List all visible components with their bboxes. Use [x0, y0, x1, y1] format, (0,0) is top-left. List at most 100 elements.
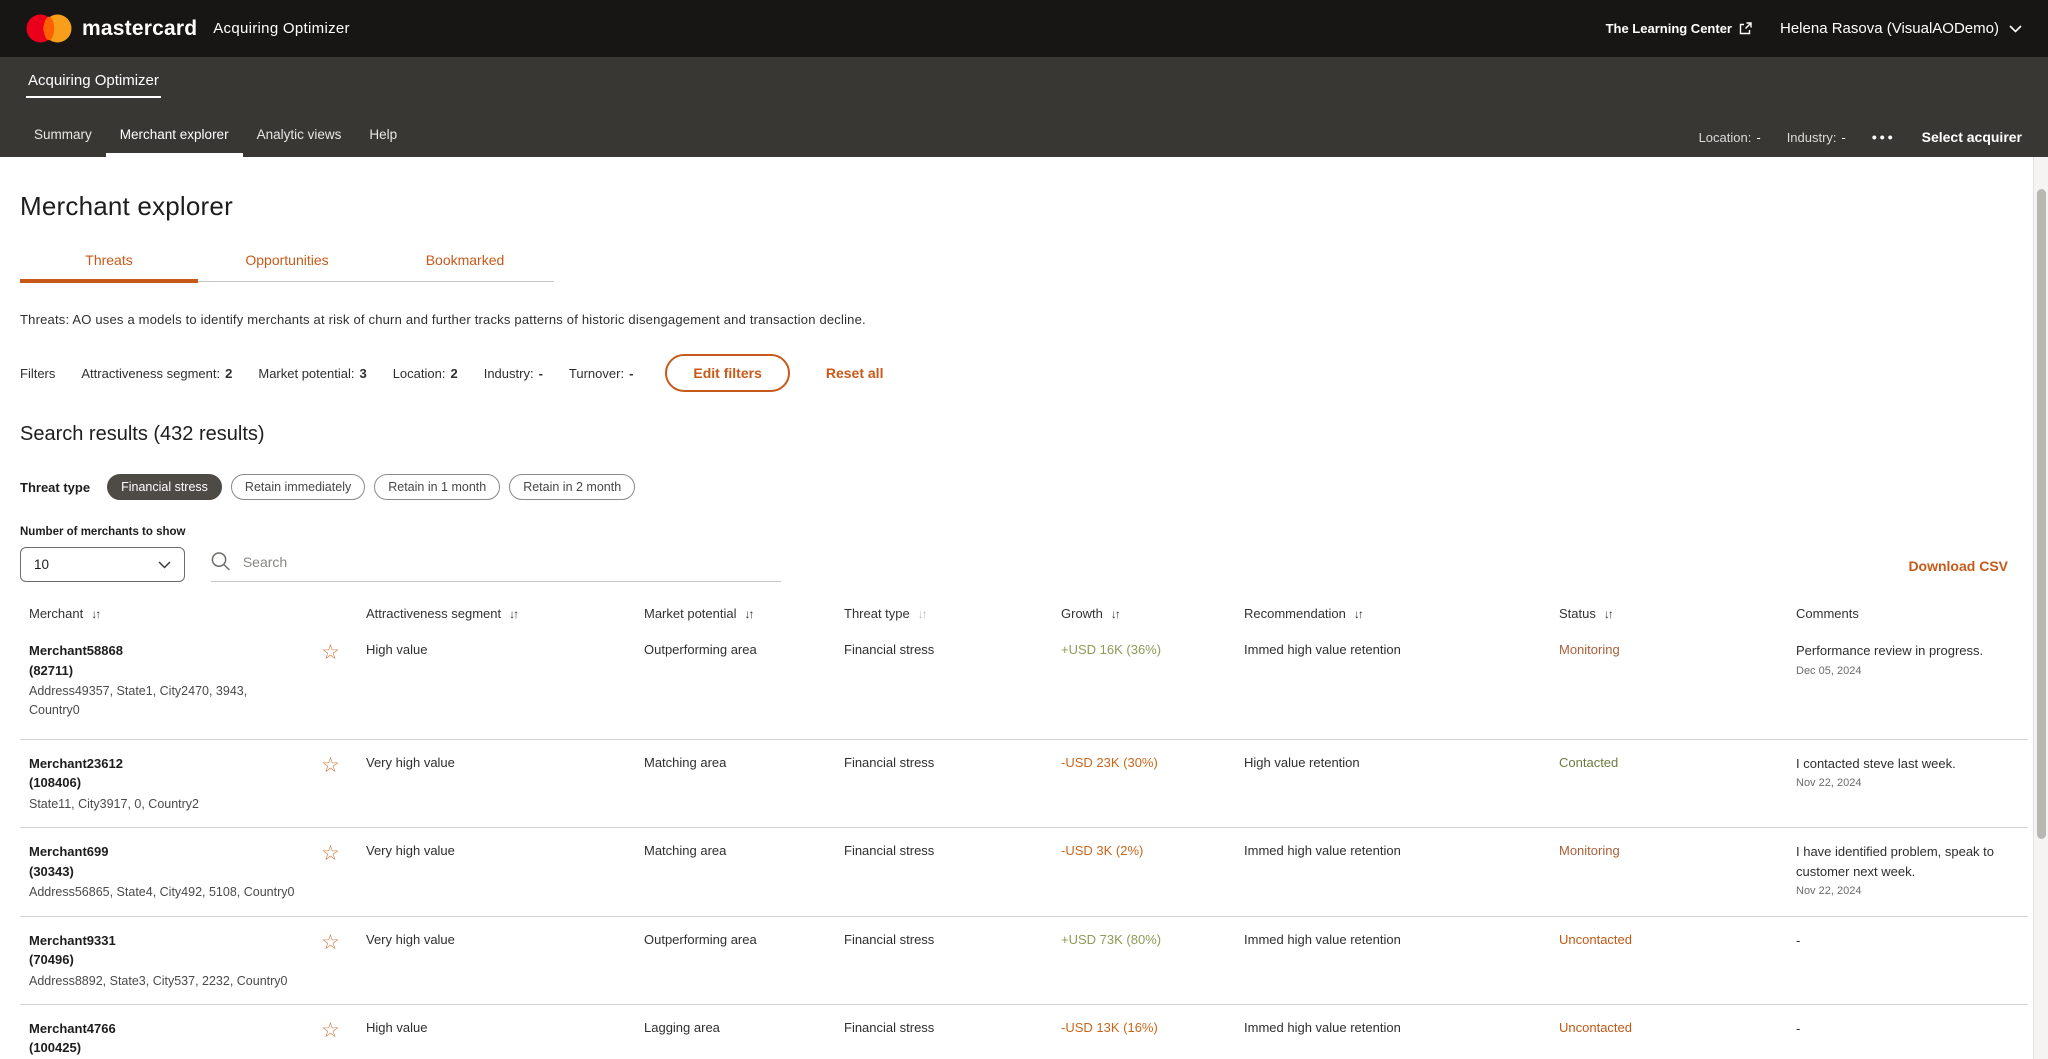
table-row[interactable]: Merchant23612 (108406) State11, City3917… [20, 739, 2028, 827]
user-menu[interactable]: Helena Rasova (VisualAODemo) [1780, 20, 2022, 37]
column-header-status[interactable]: Status ↓↑ [1559, 606, 1796, 621]
bookmark-star-icon[interactable]: ☆ [321, 842, 340, 865]
growth-cell: +USD 73K (80%) [1061, 931, 1244, 991]
status-cell: Uncontacted [1559, 931, 1796, 991]
reset-all-button[interactable]: Reset all [826, 365, 884, 381]
filter-attractiveness: Attractiveness segment:2 [81, 366, 232, 381]
threat-type-cell: Financial stress [844, 931, 1061, 991]
mastercard-logo-icon [26, 14, 72, 43]
threat-type-label: Threat type [20, 480, 90, 495]
chevron-down-icon [158, 561, 171, 569]
table-row[interactable]: Merchant699 (30343) Address56865, State4… [20, 827, 2028, 915]
column-header-comments: Comments [1796, 606, 2028, 621]
download-csv-link[interactable]: Download CSV [1908, 558, 2008, 574]
threat-type-cell: Financial stress [844, 641, 1061, 721]
learning-center-label: The Learning Center [1606, 21, 1732, 36]
chip-retain-1-month[interactable]: Retain in 1 month [374, 474, 500, 500]
threat-type-cell: Financial stress [844, 1019, 1061, 1059]
recommendation-cell: Immed high value retention [1244, 842, 1559, 902]
merchant-cell: Merchant9331 (70496) Address8892, State3… [29, 931, 321, 991]
merchant-cell: Merchant58868 (82711) Address49357, Stat… [29, 641, 321, 721]
merchants-count-value: 10 [34, 557, 49, 572]
comments-cell: I contacted steve last week. Nov 22, 202… [1796, 754, 2028, 814]
sort-icon[interactable]: ↓↑ [745, 607, 753, 621]
tab-threats[interactable]: Threats [20, 252, 198, 281]
scrollbar-thumb[interactable] [2037, 189, 2046, 839]
attractiveness-cell: Very high value [366, 931, 644, 991]
sort-icon[interactable]: ↓↑ [1111, 607, 1119, 621]
chip-financial-stress[interactable]: Financial stress [107, 474, 222, 500]
page-title: Merchant explorer [20, 191, 2028, 222]
top-bar: mastercard Acquiring Optimizer The Learn… [0, 0, 2048, 57]
column-header-recommendation[interactable]: Recommendation ↓↑ [1244, 606, 1559, 621]
threats-description: Threats: AO uses a models to identify me… [20, 312, 2028, 327]
learning-center-link[interactable]: The Learning Center [1606, 21, 1752, 36]
filters-label: Filters [20, 366, 55, 381]
merchants-count-label: Number of merchants to show [20, 526, 2028, 538]
nav-item-summary[interactable]: Summary [20, 127, 106, 157]
status-cell: Monitoring [1559, 641, 1796, 721]
nav-items: Summary Merchant explorer Analytic views… [20, 127, 411, 157]
more-options-icon[interactable]: ••• [1872, 129, 1896, 145]
attractiveness-cell: High value [366, 641, 644, 721]
recommendation-cell: High value retention [1244, 754, 1559, 814]
sort-icon[interactable]: ↓↑ [1604, 607, 1612, 621]
vertical-scrollbar[interactable] [2033, 157, 2048, 1059]
search-icon [211, 551, 231, 572]
bookmark-star-icon[interactable]: ☆ [321, 1019, 340, 1042]
merchant-cell: Merchant699 (30343) Address56865, State4… [29, 842, 321, 902]
nav-item-analytic-views[interactable]: Analytic views [243, 127, 356, 157]
market-potential-cell: Outperforming area [644, 641, 844, 721]
table-row[interactable]: Merchant9331 (70496) Address8892, State3… [20, 916, 2028, 1004]
chip-retain-immediately[interactable]: Retain immediately [231, 474, 365, 500]
column-header-growth[interactable]: Growth ↓↑ [1061, 606, 1244, 621]
tab-opportunities[interactable]: Opportunities [198, 252, 376, 281]
app-title: Acquiring Optimizer [213, 20, 350, 37]
table-row[interactable]: Merchant4766 (100425) Address4646, State… [20, 1004, 2028, 1059]
brand-wordmark: mastercard [82, 17, 197, 41]
comments-cell: Performance review in progress. Dec 05, … [1796, 641, 2028, 721]
filter-market-potential: Market potential:3 [258, 366, 366, 381]
filter-industry: Industry:- [484, 366, 543, 381]
column-header-threat-type[interactable]: Threat type ↓↑ [844, 606, 1061, 621]
mastercard-logo: mastercard [26, 14, 197, 43]
growth-cell: -USD 13K (16%) [1061, 1019, 1244, 1059]
nav-item-help[interactable]: Help [355, 127, 411, 157]
attractiveness-cell: High value [366, 1019, 644, 1059]
product-name[interactable]: Acquiring Optimizer [26, 57, 161, 98]
growth-cell: -USD 3K (2%) [1061, 842, 1244, 902]
sort-icon[interactable]: ↓↑ [509, 607, 517, 621]
growth-cell: +USD 16K (36%) [1061, 641, 1244, 721]
search-input[interactable] [243, 554, 781, 570]
sort-icon[interactable]: ↓↑ [1354, 607, 1362, 621]
sort-icon[interactable]: ↓↑ [91, 607, 99, 621]
sort-icon[interactable]: ↓↑ [918, 607, 926, 621]
bookmark-star-icon[interactable]: ☆ [321, 641, 340, 664]
industry-context: Industry:- [1787, 130, 1846, 145]
tab-bookmarked[interactable]: Bookmarked [376, 252, 554, 281]
table-header: Merchant ↓↑ Attractiveness segment ↓↑ Ma… [20, 606, 2028, 621]
chevron-down-icon [2009, 25, 2022, 33]
nav-item-merchant-explorer[interactable]: Merchant explorer [106, 127, 243, 157]
column-header-market-potential[interactable]: Market potential ↓↑ [644, 606, 844, 621]
edit-filters-button[interactable]: Edit filters [665, 354, 789, 392]
attractiveness-cell: Very high value [366, 842, 644, 902]
merchants-count-select[interactable]: 10 [20, 547, 185, 582]
column-header-attractiveness[interactable]: Attractiveness segment ↓↑ [366, 606, 644, 621]
chip-retain-2-month[interactable]: Retain in 2 month [509, 474, 635, 500]
page-tabs: Threats Opportunities Bookmarked [20, 252, 554, 282]
table-row[interactable]: Merchant58868 (82711) Address49357, Stat… [20, 625, 2028, 739]
threat-type-cell: Financial stress [844, 842, 1061, 902]
table-controls: 10 Download CSV [20, 547, 2028, 582]
bookmark-star-icon[interactable]: ☆ [321, 754, 340, 777]
market-potential-cell: Outperforming area [644, 931, 844, 991]
search-field[interactable] [211, 551, 781, 582]
market-potential-cell: Matching area [644, 754, 844, 814]
filter-turnover: Turnover:- [569, 366, 634, 381]
bookmark-star-icon[interactable]: ☆ [321, 931, 340, 954]
attractiveness-cell: Very high value [366, 754, 644, 814]
status-cell: Contacted [1559, 754, 1796, 814]
column-header-merchant[interactable]: Merchant ↓↑ [29, 606, 366, 621]
select-acquirer-button[interactable]: Select acquirer [1922, 129, 2022, 145]
secondary-nav-bar: Acquiring Optimizer Summary Merchant exp… [0, 57, 2048, 157]
